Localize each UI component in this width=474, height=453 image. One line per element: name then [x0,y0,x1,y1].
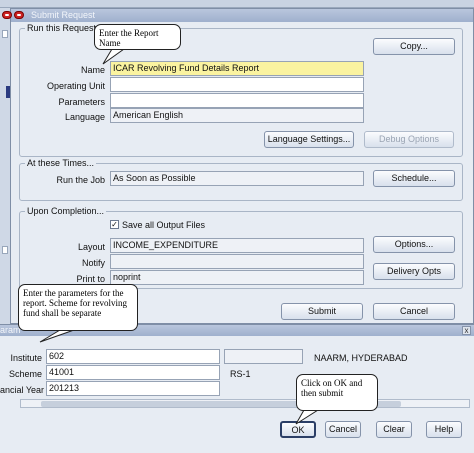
report-name-callout: Enter the Report Name [94,24,181,50]
parameters-callout: Enter the parameters for the report. Sch… [18,284,138,331]
ok-submit-callout: Click on OK and then submit [296,374,378,411]
parameters-pointer [39,329,75,343]
ok-submit-pointer [295,409,320,425]
report-name-pointer [102,48,126,65]
callout-pointers [39,48,320,425]
